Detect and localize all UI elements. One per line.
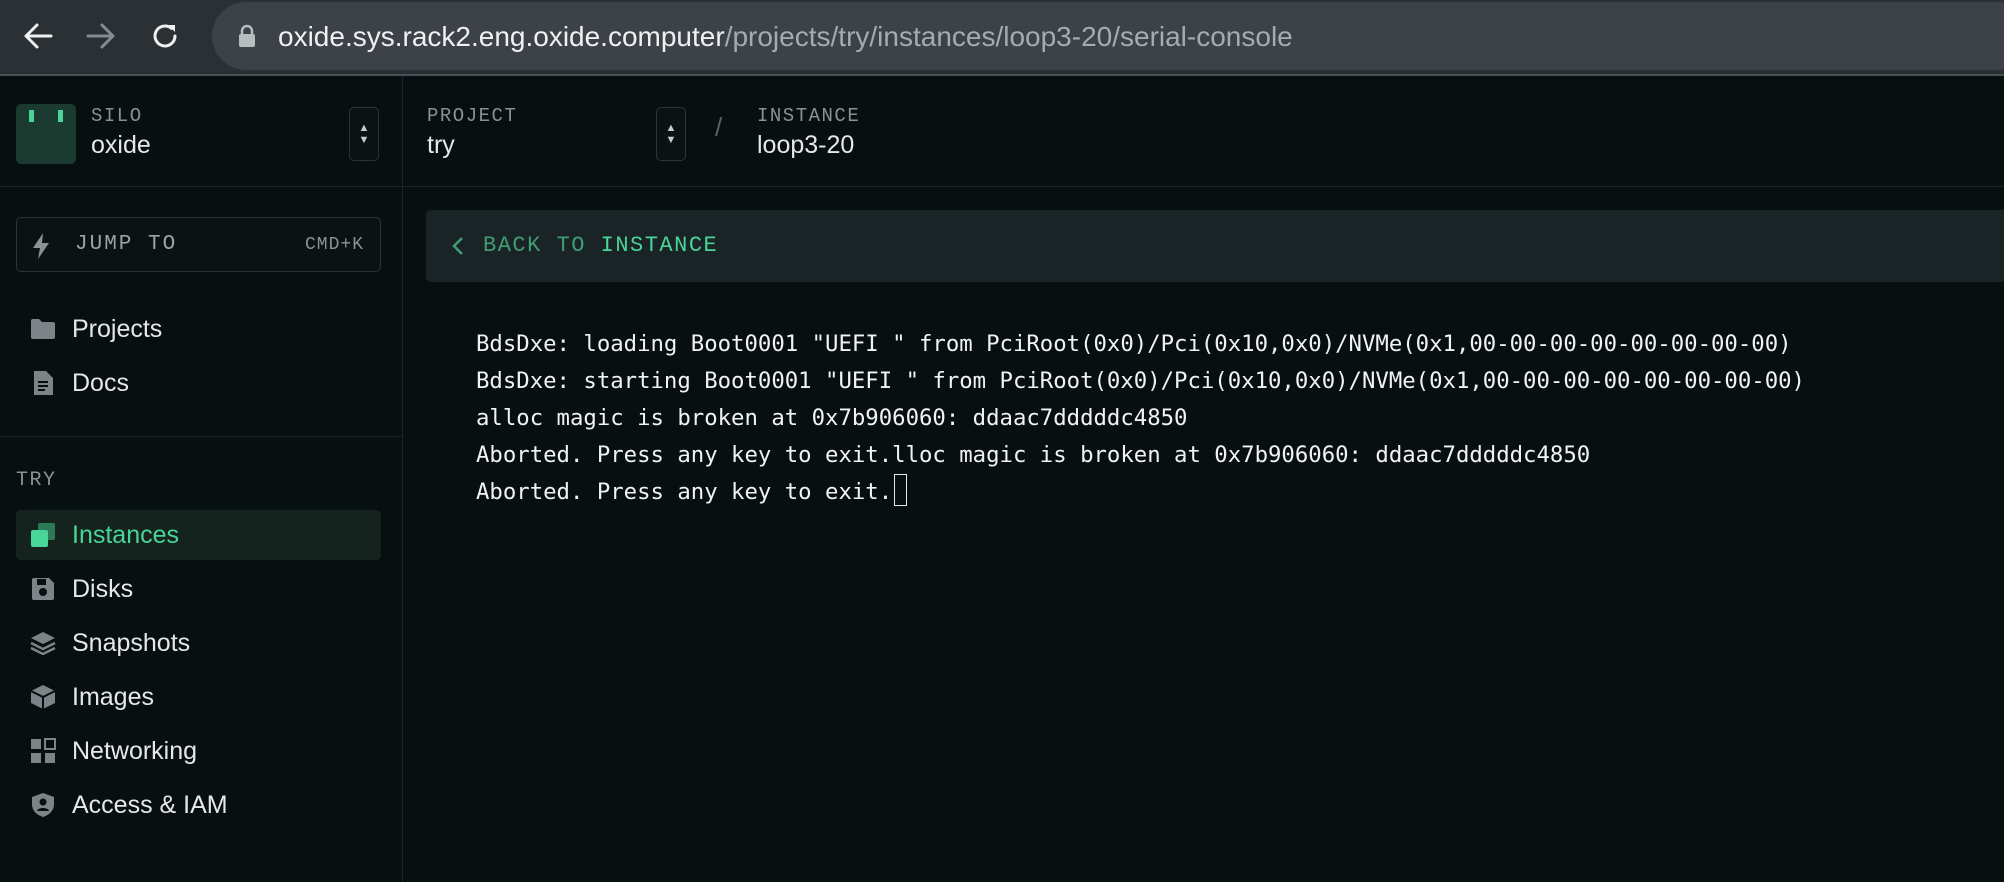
- project-eyebrow: PROJECT: [427, 105, 518, 127]
- image-icon: [28, 682, 58, 712]
- silo-name: oxide: [91, 131, 151, 159]
- browser-toolbar: oxide.sys.rack2.eng.oxide.computer/proje…: [0, 0, 2004, 76]
- sidebar: SILO oxide ▲ ▼ JUMP TO CMD+K Projects Doc…: [0, 76, 403, 882]
- console-line: Aborted. Press any key to exit.: [476, 479, 893, 505]
- sidebar-item-label: Instances: [72, 520, 180, 549]
- sidebar-item-label: Disks: [72, 574, 134, 603]
- console-line: Aborted. Press any key to exit.lloc magi…: [476, 442, 1591, 468]
- networking-icon: [28, 736, 58, 766]
- sidebar-item-networking[interactable]: Networking: [16, 726, 381, 776]
- console-line: alloc magic is broken at 0x7b906060: dda…: [476, 405, 1188, 431]
- sidebar-item-label: Docs: [72, 368, 129, 397]
- document-icon: [28, 368, 58, 398]
- instance-eyebrow: INSTANCE: [757, 105, 861, 127]
- sidebar-item-disks[interactable]: Disks: [16, 564, 381, 614]
- console-line: BdsDxe: starting Boot0001 "UEFI " from P…: [476, 368, 1805, 394]
- reload-icon[interactable]: [143, 14, 187, 58]
- lock-icon: [238, 24, 256, 53]
- forward-arrow-icon[interactable]: [79, 14, 123, 58]
- lightning-icon: [31, 232, 51, 265]
- address-bar[interactable]: oxide.sys.rack2.eng.oxide.computer/proje…: [212, 2, 2004, 70]
- chevron-left-icon: [452, 236, 464, 261]
- folder-icon: [28, 314, 58, 344]
- sidebar-item-label: Snapshots: [72, 628, 191, 657]
- back-link-text: BACK TO INSTANCE: [483, 233, 718, 258]
- console-line: BdsDxe: loading Boot0001 "UEFI " from Pc…: [476, 331, 1792, 357]
- instances-icon: [28, 520, 58, 550]
- instance-name[interactable]: loop3-20: [757, 131, 854, 160]
- sidebar-divider: [0, 436, 403, 437]
- jump-to-button[interactable]: JUMP TO CMD+K: [16, 217, 381, 272]
- project-name[interactable]: try: [427, 131, 455, 160]
- jump-to-shortcut: CMD+K: [304, 235, 364, 255]
- silo-avatar: [16, 104, 76, 164]
- sidebar-item-label: Access & IAM: [72, 790, 228, 819]
- sidebar-item-label: Projects: [72, 314, 163, 343]
- access-icon: [28, 790, 58, 820]
- breadcrumb-separator: /: [715, 112, 723, 142]
- silo-switcher[interactable]: SILO oxide ▲ ▼: [0, 76, 403, 187]
- jump-to-label: JUMP TO: [75, 233, 178, 256]
- sidebar-item-docs[interactable]: Docs: [16, 358, 381, 408]
- disk-icon: [28, 574, 58, 604]
- sidebar-item-access-iam[interactable]: Access & IAM: [16, 780, 381, 830]
- sidebar-item-instances[interactable]: Instances: [16, 510, 381, 560]
- snapshots-icon: [28, 628, 58, 658]
- breadcrumb: PROJECT try ▲ ▼ / INSTANCE loop3-20: [403, 76, 2004, 187]
- back-to-instance-link[interactable]: BACK TO INSTANCE: [426, 210, 2004, 282]
- url-host: oxide.sys.rack2.eng.oxide.computer: [278, 21, 725, 52]
- back-arrow-icon[interactable]: [16, 14, 60, 58]
- url-text: oxide.sys.rack2.eng.oxide.computer/proje…: [278, 20, 1293, 54]
- silo-stepper-icon[interactable]: ▲ ▼: [349, 107, 379, 161]
- back-link-prefix: BACK TO: [483, 233, 601, 258]
- silo-eyebrow: SILO: [91, 105, 143, 127]
- back-link-target: INSTANCE: [600, 233, 719, 258]
- url-path: /projects/try/instances/loop3-20/serial-…: [724, 21, 1293, 52]
- sidebar-item-label: Images: [72, 682, 154, 711]
- terminal-cursor: [894, 474, 908, 506]
- project-stepper-icon[interactable]: ▲ ▼: [656, 107, 686, 161]
- sidebar-item-images[interactable]: Images: [16, 672, 381, 722]
- sidebar-item-snapshots[interactable]: Snapshots: [16, 618, 381, 668]
- serial-console[interactable]: BdsDxe: loading Boot0001 "UEFI " from Pc…: [476, 326, 2004, 511]
- project-section-label: TRY: [16, 469, 57, 492]
- sidebar-item-projects[interactable]: Projects: [16, 304, 381, 354]
- console-line-last: Aborted. Press any key to exit.: [476, 474, 2004, 511]
- sidebar-item-label: Networking: [72, 736, 198, 765]
